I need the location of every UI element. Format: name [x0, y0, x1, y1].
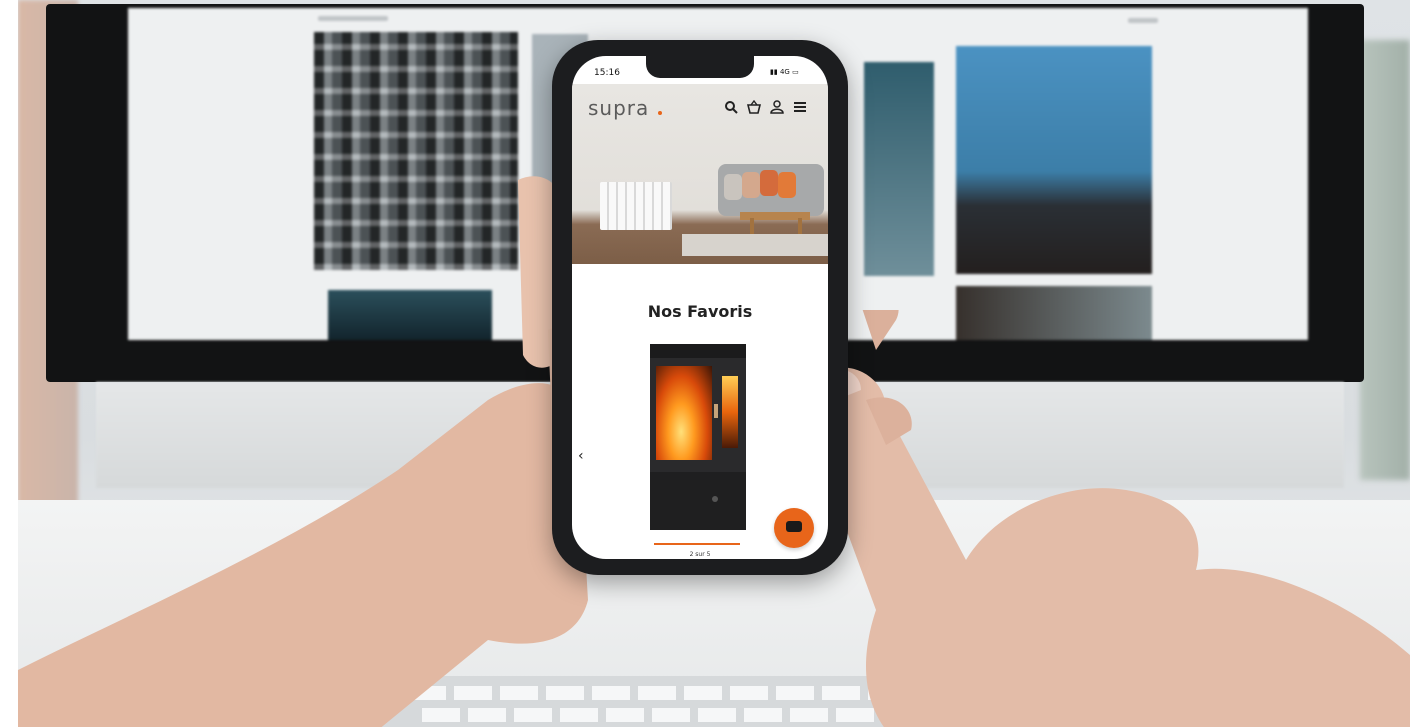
monitor-header-text	[1128, 18, 1158, 23]
phone-notch	[646, 56, 754, 78]
product-stove-image[interactable]	[650, 344, 746, 530]
section-title: Nos Favoris	[647, 302, 753, 321]
search-icon[interactable]	[724, 100, 738, 114]
carousel-pager: 2 sur 5	[689, 551, 711, 558]
logo-dot	[658, 111, 662, 115]
basket-icon[interactable]	[747, 100, 761, 114]
signal-icon: ▮▮	[770, 68, 778, 76]
right-hand	[802, 310, 1410, 727]
monitor-photo-tile	[956, 46, 1152, 274]
menu-icon[interactable]	[793, 100, 807, 114]
fire-flames	[656, 366, 712, 460]
brand-logo[interactable]: supra	[588, 96, 649, 120]
status-time: 15:16	[594, 68, 620, 78]
carousel-indicator-line	[654, 543, 740, 545]
header-nav	[724, 100, 807, 114]
sofa-image	[718, 164, 824, 216]
status-signal: ▮▮ 4G ▭	[770, 68, 799, 76]
stove-base	[650, 472, 746, 530]
account-icon[interactable]	[770, 100, 784, 114]
chat-button[interactable]	[774, 508, 814, 548]
network-label: 4G	[779, 68, 790, 76]
hero-banner[interactable]: supra	[572, 84, 828, 264]
monitor-header-text	[318, 16, 388, 21]
battery-icon: ▭	[792, 68, 799, 76]
chat-icon	[786, 521, 802, 532]
stove-window	[656, 366, 712, 460]
phone-screen: 15:16 ▮▮ 4G ▭ supra Nos Favoris ‹ 2 sur …	[572, 56, 828, 559]
stove-handle	[714, 404, 718, 418]
radiator-image	[600, 182, 672, 230]
monitor-photo-tile	[864, 62, 934, 276]
carousel-prev-button[interactable]: ‹	[578, 448, 584, 464]
rug	[682, 234, 828, 256]
stove-side-window	[722, 376, 738, 448]
smartphone: 15:16 ▮▮ 4G ▭ supra Nos Favoris ‹ 2 sur …	[552, 40, 848, 575]
